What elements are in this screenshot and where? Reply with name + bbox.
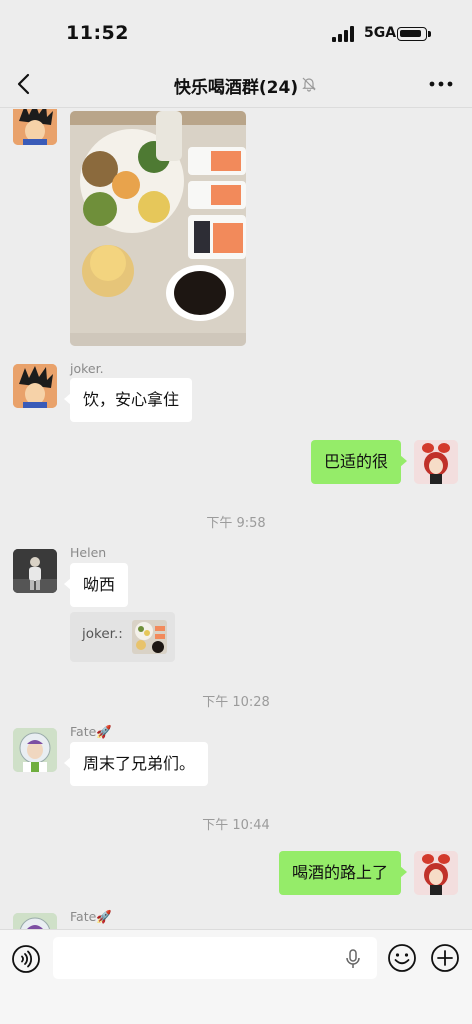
sender-name: Fate🚀 [70, 724, 112, 739]
message-bubble[interactable]: 呦西 [63, 563, 129, 607]
plus-icon[interactable] [430, 943, 460, 973]
avatar-fate[interactable] [13, 728, 57, 772]
sender-name: Helen [70, 545, 107, 560]
quote-label: joker.: [82, 626, 123, 642]
network-label: 5GA [364, 25, 397, 41]
microphone-icon[interactable] [345, 949, 361, 969]
sender-name: joker. [70, 361, 104, 376]
food-photo[interactable] [70, 111, 246, 346]
avatar-fate[interactable] [13, 913, 57, 929]
signal-icon [332, 26, 354, 42]
quoted-message[interactable]: joker.: [70, 612, 175, 662]
timestamp: 下午 10:44 [202, 818, 270, 833]
avatar-self[interactable] [414, 851, 458, 895]
status-bar: 11:52 5GA [0, 0, 472, 60]
quote-thumbnail [132, 620, 167, 654]
voice-icon[interactable] [11, 944, 41, 974]
battery-cap [428, 31, 431, 37]
sender-name: Fate🚀 [70, 909, 112, 924]
mute-bell-icon [302, 77, 316, 92]
chat-area[interactable]: joker. 饮，安心拿住 巴适的很 下午 9:58 Helen 呦西 joke… [0, 109, 472, 929]
avatar-self[interactable] [414, 440, 458, 484]
avatar-joker[interactable] [13, 109, 57, 145]
input-bar [0, 929, 472, 1024]
message-bubble-self[interactable]: 喝酒的路上了 [278, 851, 408, 895]
nav-bar: 快乐喝酒群(24) [0, 60, 472, 108]
more-icon[interactable] [428, 76, 454, 92]
status-time: 11:52 [66, 22, 129, 44]
battery-icon [397, 27, 427, 41]
avatar-joker[interactable] [13, 364, 57, 408]
message-bubble-self[interactable]: 巴适的很 [310, 440, 408, 484]
message-bubble[interactable]: 周末了兄弟们。 [63, 742, 209, 786]
timestamp: 下午 9:58 [206, 516, 266, 531]
timestamp: 下午 10:28 [202, 695, 270, 710]
chat-title: 快乐喝酒群(24) [173, 78, 299, 98]
avatar-helen[interactable] [13, 549, 57, 593]
emoji-icon[interactable] [387, 943, 417, 973]
message-input[interactable] [53, 937, 377, 979]
message-bubble[interactable]: 饮，安心拿住 [63, 378, 193, 422]
